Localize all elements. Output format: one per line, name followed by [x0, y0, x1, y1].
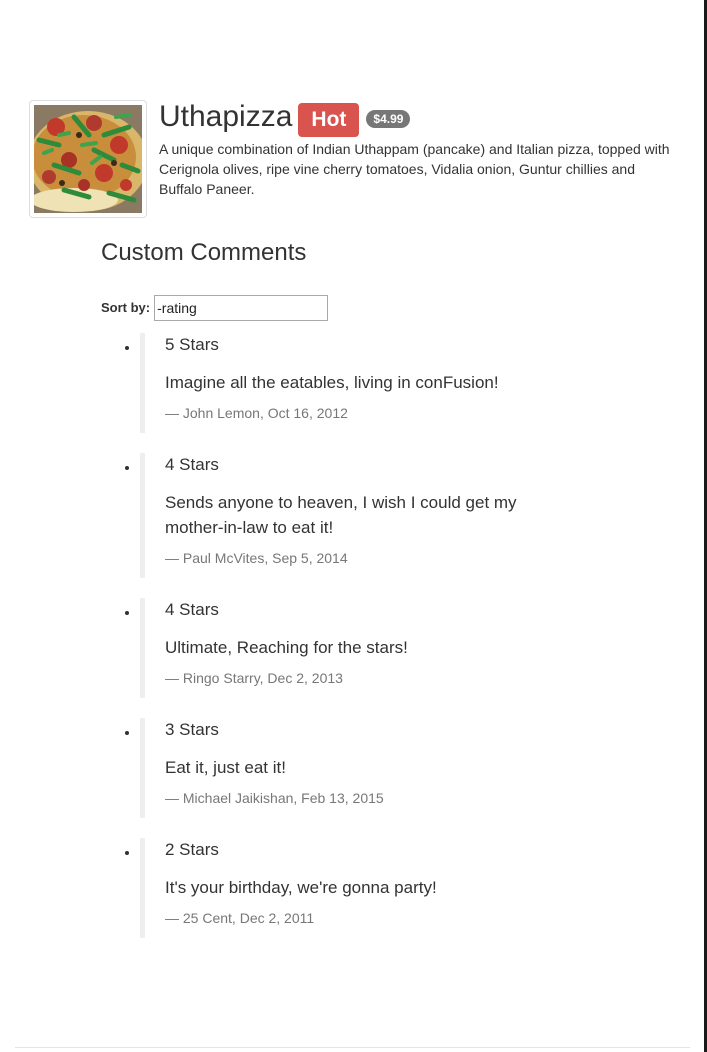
price-badge: $4.99 [366, 110, 411, 128]
list-bullet [125, 731, 129, 735]
comment-rating: 4 Stars [165, 455, 219, 474]
comment-text: Imagine all the eatables, living in conF… [165, 373, 499, 392]
list-bullet [125, 851, 129, 855]
sort-label: Sort by: [101, 300, 151, 315]
comment-rating: 3 Stars [165, 720, 219, 739]
comment-list: 5 Stars Imagine all the eatables, living… [100, 333, 660, 958]
comment-author: — 25 Cent, Dec 2, 2011 [165, 910, 315, 926]
comment-author: — Paul McVites, Sep 5, 2014 [165, 550, 348, 566]
list-bullet [125, 466, 129, 470]
comment-rating: 5 Stars [165, 335, 219, 354]
comment-text: It's your birthday, we're gonna party! [165, 878, 437, 897]
comments-heading: Custom Comments [101, 239, 307, 266]
comment-author: — John Lemon, Oct 16, 2012 [165, 405, 348, 421]
hot-label: Hot [298, 103, 360, 137]
sort-control: Sort by: [101, 295, 329, 321]
list-bullet [125, 346, 129, 350]
dish-thumbnail[interactable] [29, 100, 147, 218]
comment-item: 3 Stars Eat it, just eat it! — Michael J… [100, 718, 660, 818]
comment-blockquote: 4 Stars Sends anyone to heaven, I wish I… [140, 453, 555, 578]
comment-author: — Michael Jaikishan, Feb 13, 2015 [165, 790, 384, 806]
sort-input[interactable] [154, 295, 329, 321]
comment-item: 2 Stars It's your birthday, we're gonna … [100, 838, 660, 938]
comment-item: 4 Stars Sends anyone to heaven, I wish I… [100, 453, 660, 578]
comment-text: Ultimate, Reaching for the stars! [165, 638, 408, 657]
comment-rating: 4 Stars [165, 600, 219, 619]
dish-details: Uthapizza Hot $4.99 A unique combination o… [159, 100, 679, 199]
comment-author: — Ringo Starry, Dec 2, 2013 [165, 670, 343, 686]
pizza-image [34, 105, 142, 213]
comment-text: Eat it, just eat it! [165, 758, 286, 777]
dish-description: A unique combination of Indian Uthappam … [159, 141, 670, 197]
comment-text: Sends anyone to heaven, I wish I could g… [165, 493, 517, 537]
comment-blockquote: 2 Stars It's your birthday, we're gonna … [140, 838, 555, 938]
comment-item: 4 Stars Ultimate, Reaching for the stars… [100, 598, 660, 698]
dish-heading: Uthapizza Hot $4.99 [159, 100, 679, 138]
comment-rating: 2 Stars [165, 840, 219, 859]
comment-blockquote: 4 Stars Ultimate, Reaching for the stars… [140, 598, 555, 698]
list-bullet [125, 611, 129, 615]
comment-blockquote: 3 Stars Eat it, just eat it! — Michael J… [140, 718, 555, 818]
comment-blockquote: 5 Stars Imagine all the eatables, living… [140, 333, 555, 433]
footer-divider [15, 1047, 690, 1048]
comment-item: 5 Stars Imagine all the eatables, living… [100, 333, 660, 433]
dish-name: Uthapizza [159, 100, 293, 133]
